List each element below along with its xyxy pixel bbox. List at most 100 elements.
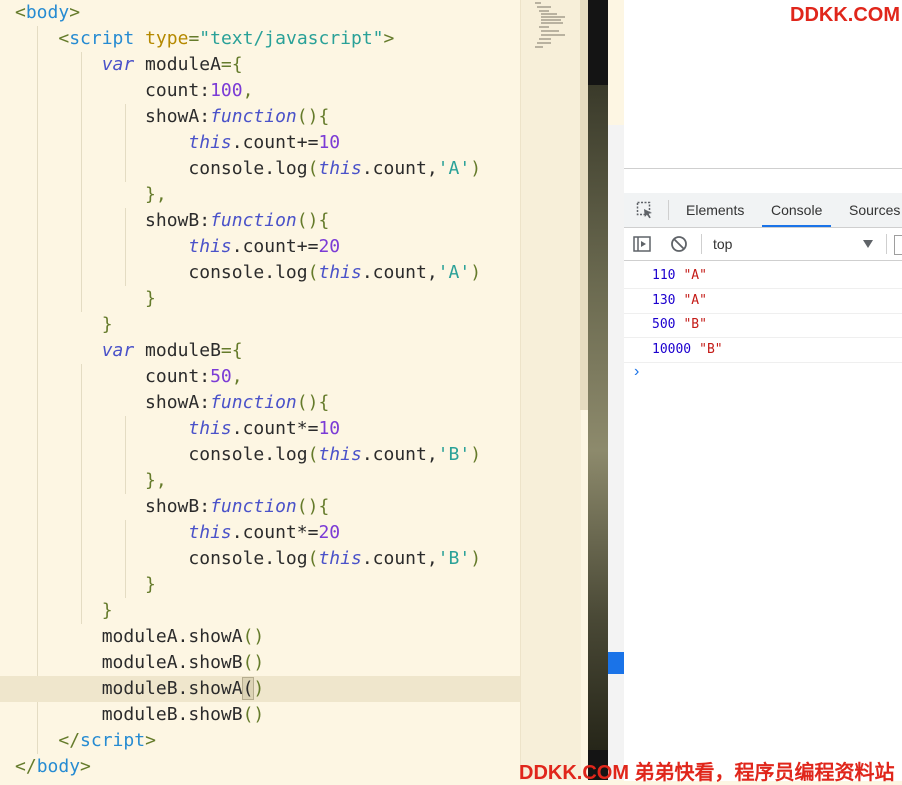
code-token: > <box>383 28 395 49</box>
code-token: }, <box>145 470 167 491</box>
code-line[interactable]: showB:function(){ <box>0 494 535 520</box>
code-line[interactable]: } <box>0 572 535 598</box>
code-token: moduleB.showA <box>15 678 243 699</box>
code-line[interactable]: console.log(this.count,'B') <box>0 546 535 572</box>
code-token: this <box>188 236 232 257</box>
code-line[interactable]: count:100, <box>0 78 535 104</box>
code-line[interactable]: showA:function(){ <box>0 104 535 130</box>
console-log-row[interactable]: 10000 "B" <box>624 338 902 363</box>
log-label: "B" <box>699 341 723 357</box>
code-line[interactable]: <script type="text/javascript"> <box>0 26 535 52</box>
code-token: 10 <box>318 418 341 439</box>
log-label: "A" <box>683 268 707 283</box>
code-token: > <box>69 2 81 23</box>
code-line[interactable]: this.count+=20 <box>0 234 535 260</box>
code-token: function <box>210 392 297 413</box>
code-token: } <box>145 574 156 595</box>
code-line[interactable]: } <box>0 286 535 312</box>
code-token: this <box>318 158 362 179</box>
code-token: 'B' <box>437 548 471 569</box>
code-token: this <box>188 522 232 543</box>
code-token: this <box>318 262 362 283</box>
code-line[interactable]: var moduleA={ <box>0 52 535 78</box>
code-line[interactable]: } <box>0 312 535 338</box>
background-photo <box>588 85 608 750</box>
code-line[interactable]: moduleB.showB() <box>0 702 535 728</box>
tab-console[interactable]: Console <box>762 193 832 227</box>
code-token: function <box>210 496 297 517</box>
code-token: , <box>242 80 254 101</box>
code-line[interactable]: moduleA.showA() <box>0 624 535 650</box>
code-token: () <box>242 704 265 725</box>
code-token: ( <box>241 677 255 700</box>
code-token: function <box>210 210 297 231</box>
code-line[interactable]: }, <box>0 182 535 208</box>
code-token: moduleB.showB <box>15 704 243 725</box>
code-token: .count, <box>361 548 438 569</box>
code-token: console.log <box>15 548 308 569</box>
code-token: .count*= <box>231 522 319 543</box>
code-token: showA: <box>15 106 211 127</box>
code-token: }, <box>145 184 167 205</box>
code-line[interactable]: var moduleB={ <box>0 338 535 364</box>
tab-sources[interactable]: Sources <box>849 193 900 227</box>
code-token: () <box>242 652 265 673</box>
code-line[interactable]: this.count*=20 <box>0 520 535 546</box>
code-token: ) <box>253 678 265 699</box>
code-line[interactable]: console.log(this.count,'A') <box>0 156 535 182</box>
code-token: .count, <box>361 158 438 179</box>
code-token: console.log <box>15 158 308 179</box>
code-token: moduleA.showA <box>15 626 243 647</box>
code-token: ) <box>470 158 482 179</box>
code-line[interactable]: this.count+=10 <box>0 130 535 156</box>
code-token: = <box>188 28 200 49</box>
code-line[interactable]: </body> <box>0 754 535 780</box>
console-log-row[interactable]: 130 "A" <box>624 289 902 314</box>
code-token: .count+= <box>231 132 319 153</box>
clear-console-icon[interactable] <box>670 235 688 253</box>
sidebar-toggle-icon[interactable] <box>633 235 651 253</box>
inspect-icon[interactable] <box>636 201 654 219</box>
code-line[interactable]: showA:function(){ <box>0 390 535 416</box>
context-select[interactable]: top <box>713 228 732 260</box>
code-line[interactable]: </script> <box>0 728 535 754</box>
code-token: moduleA.showB <box>15 652 243 673</box>
tab-elements[interactable]: Elements <box>686 193 744 227</box>
dropdown-arrow-icon[interactable] <box>862 239 874 249</box>
code-token: () <box>242 626 265 647</box>
code-line[interactable]: moduleB.showA() <box>0 676 535 702</box>
code-editor[interactable]: <body> <script type="text/javascript"> v… <box>0 0 588 780</box>
code-token: ( <box>307 444 319 465</box>
code-token: .count*= <box>231 418 319 439</box>
code-line[interactable]: } <box>0 598 535 624</box>
code-token: this <box>318 548 362 569</box>
code-token: 20 <box>318 236 341 257</box>
code-token: type <box>145 28 189 49</box>
code-token: (){ <box>296 210 330 231</box>
code-line[interactable]: showB:function(){ <box>0 208 535 234</box>
console-prompt-icon[interactable]: › <box>634 363 639 381</box>
log-value: 130 <box>652 292 676 308</box>
console-log-row[interactable]: 500 "B" <box>624 313 902 338</box>
code-line[interactable]: count:50, <box>0 364 535 390</box>
minimap[interactable] <box>520 0 581 780</box>
code-line[interactable]: console.log(this.count,'B') <box>0 442 535 468</box>
filter-box-edge[interactable] <box>894 235 902 255</box>
browser-side-strip <box>608 125 625 780</box>
code-token: ( <box>307 262 319 283</box>
code-token: moduleB <box>134 340 221 361</box>
code-line[interactable]: moduleA.showB() <box>0 650 535 676</box>
code-line[interactable]: console.log(this.count,'A') <box>0 260 535 286</box>
code-token: count: <box>15 80 211 101</box>
code-token: < <box>15 2 26 23</box>
code-line[interactable]: }, <box>0 468 535 494</box>
code-token: var <box>101 340 135 361</box>
code-line[interactable]: <body> <box>0 0 535 26</box>
code-token: body <box>36 756 81 777</box>
console-log-row[interactable]: 110 "A" <box>624 264 902 289</box>
code-line[interactable]: this.count*=10 <box>0 416 535 442</box>
editor-scrollbar[interactable] <box>580 0 588 410</box>
